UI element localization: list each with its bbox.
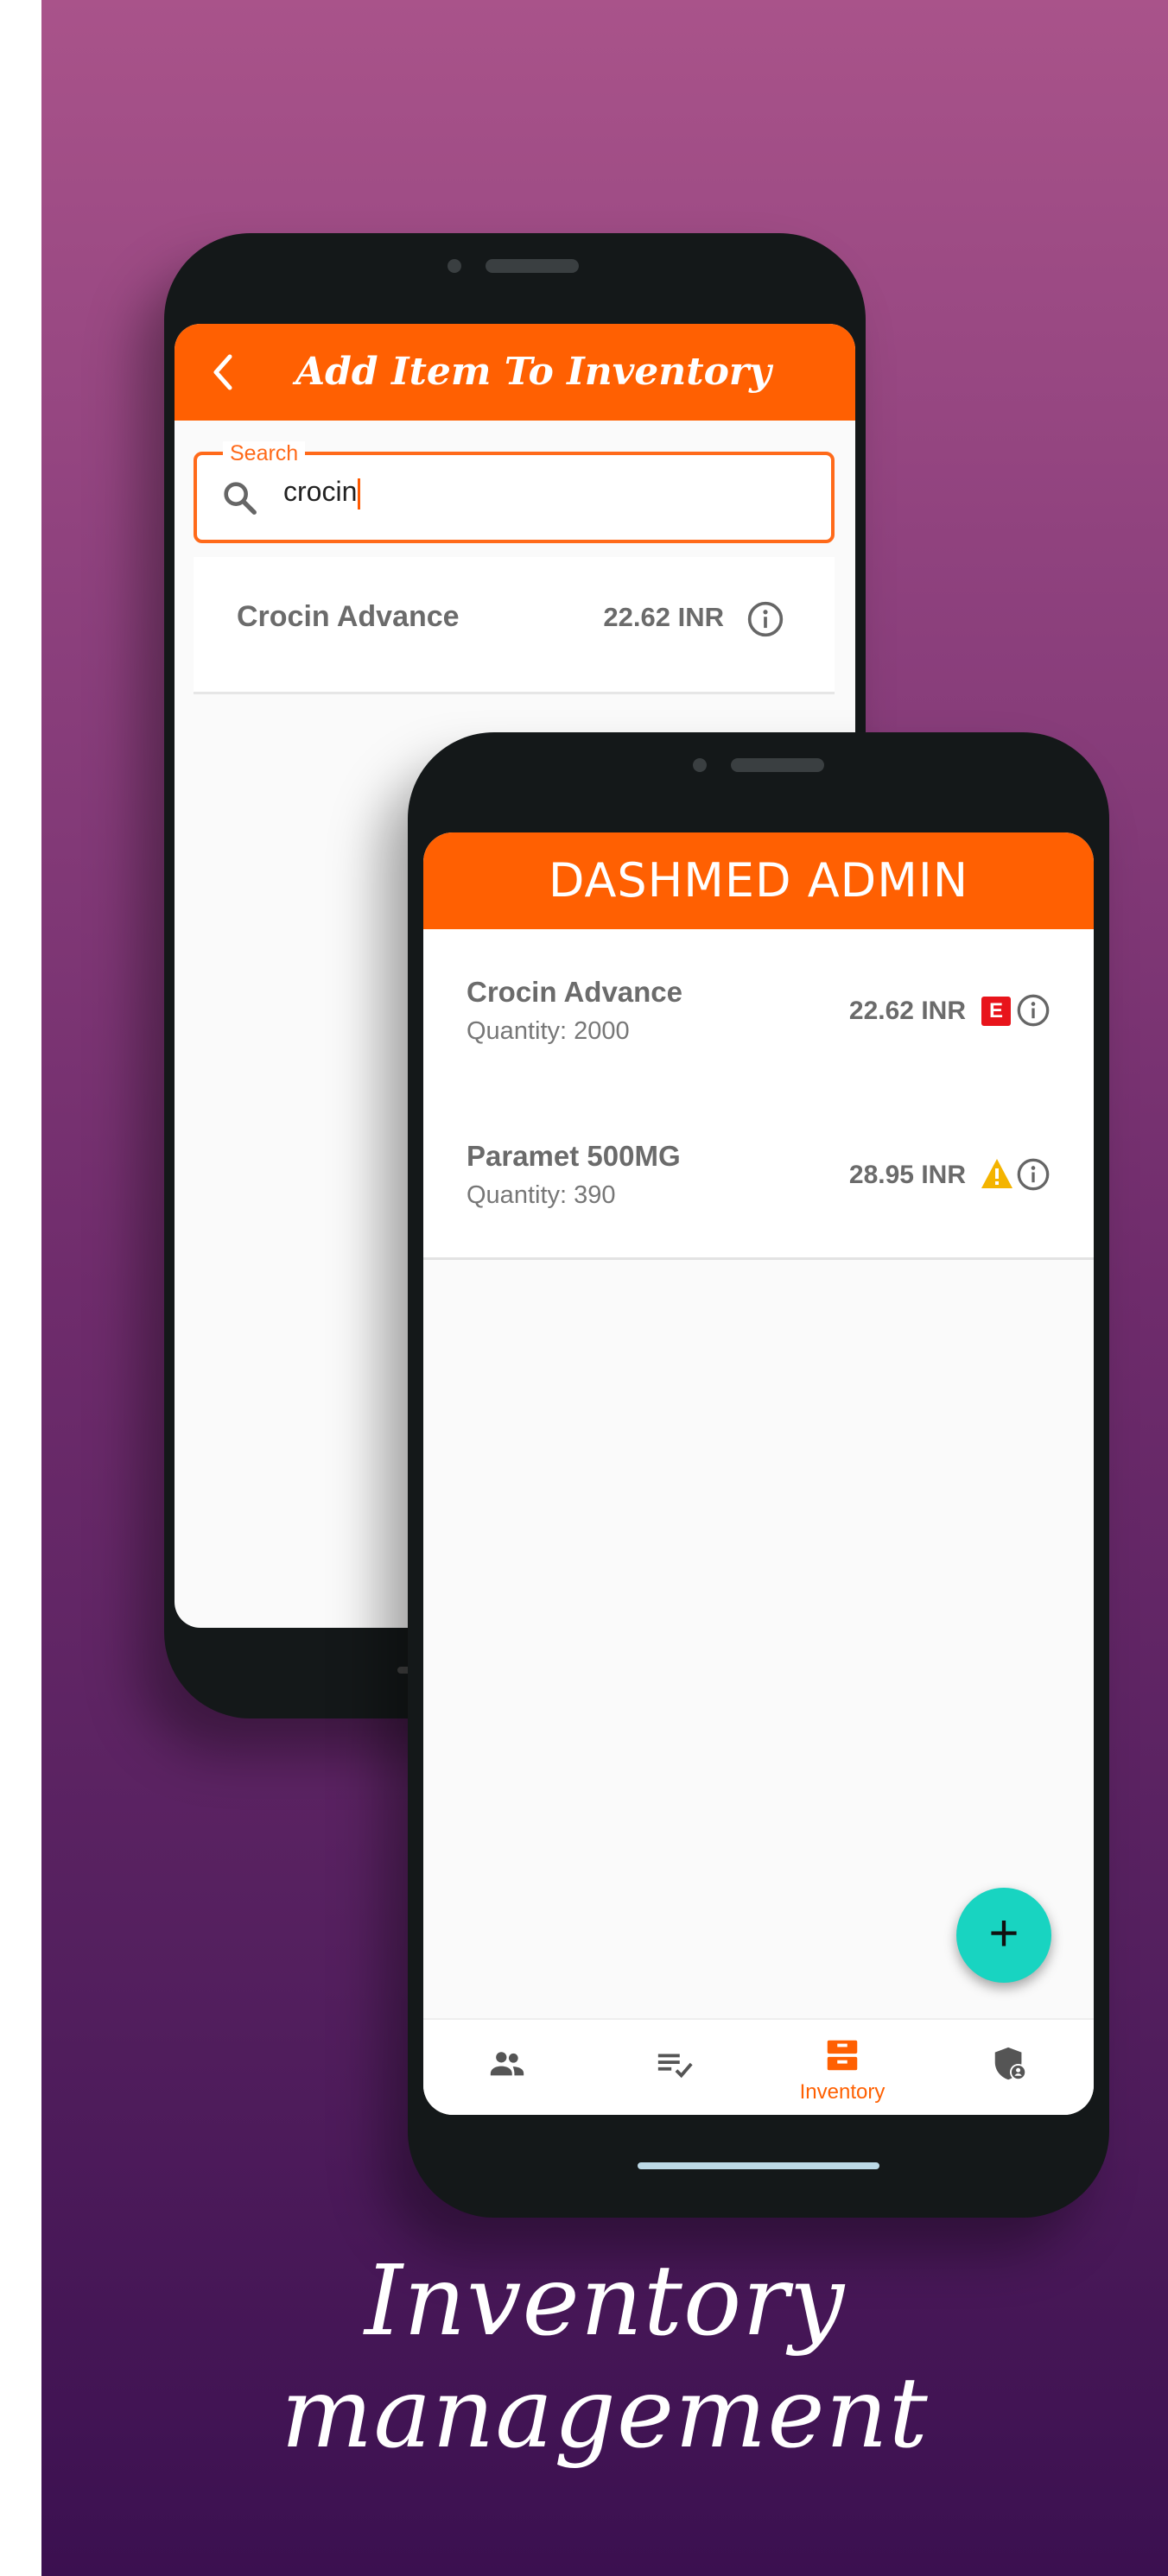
app-title: DASHMED ADMIN — [548, 853, 969, 908]
checklist-icon — [657, 2054, 693, 2079]
search-input[interactable]: Search crocin — [194, 441, 835, 543]
item-price: 22.62 INR — [848, 997, 966, 1025]
item-name: Paramet 500MG — [467, 1140, 681, 1172]
warning-icon — [981, 1159, 1012, 1188]
item-name: Crocin Advance — [467, 976, 683, 1008]
inventory-item[interactable]: Paramet 500MG Quantity: 390 28.95 INR — [423, 1093, 1094, 1257]
nav-people[interactable] — [423, 2020, 591, 2115]
home-indicator — [638, 2162, 879, 2169]
item-quantity: Quantity: 390 — [467, 1181, 616, 1209]
bottom-navigation: Inventory — [423, 2018, 1094, 2115]
list-divider — [423, 1257, 1094, 1260]
search-value[interactable]: crocin — [283, 476, 361, 510]
nav-orders[interactable] — [591, 2020, 759, 2115]
info-icon[interactable] — [1016, 1157, 1051, 1192]
admin-shield-icon — [994, 2047, 1027, 2081]
result-price: 22.62 INR — [603, 602, 724, 632]
search-icon — [224, 482, 257, 515]
text-caret — [358, 478, 361, 510]
dashboard-screen: DASHMED ADMIN Crocin Advance Quantity: 2… — [423, 832, 1094, 2115]
phone-speaker — [731, 758, 824, 772]
item-price: 28.95 INR — [848, 1161, 966, 1189]
search-result-row[interactable]: Crocin Advance 22.62 INR — [194, 557, 835, 694]
inventory-item[interactable]: Crocin Advance Quantity: 2000 22.62 INR … — [423, 929, 1094, 1093]
app-bar: DASHMED ADMIN — [423, 832, 1094, 929]
expired-badge-icon: E — [981, 997, 1011, 1026]
promo-caption: Inventory management — [281, 2245, 929, 2470]
search-label: Search — [223, 441, 306, 466]
front-camera — [693, 758, 707, 772]
front-camera — [448, 259, 461, 273]
phone-mockup-front: DASHMED ADMIN Crocin Advance Quantity: 2… — [408, 732, 1109, 2218]
nav-label-inventory: Inventory — [799, 2080, 886, 2104]
info-icon[interactable] — [746, 600, 784, 638]
add-item-button[interactable]: + — [956, 1888, 1051, 1983]
phone-speaker — [486, 259, 579, 273]
app-bar: Add Item To Inventory — [175, 324, 855, 421]
page-title: Add Item To Inventory — [295, 350, 771, 394]
back-arrow-icon[interactable] — [207, 350, 238, 395]
nav-inventory[interactable]: Inventory — [759, 2020, 926, 2115]
people-icon — [490, 2052, 524, 2076]
item-quantity: Quantity: 2000 — [467, 1017, 630, 1045]
inventory-icon — [827, 2040, 858, 2071]
info-icon[interactable] — [1016, 993, 1051, 1028]
result-name: Crocin Advance — [237, 600, 460, 633]
nav-admin[interactable] — [926, 2020, 1094, 2115]
